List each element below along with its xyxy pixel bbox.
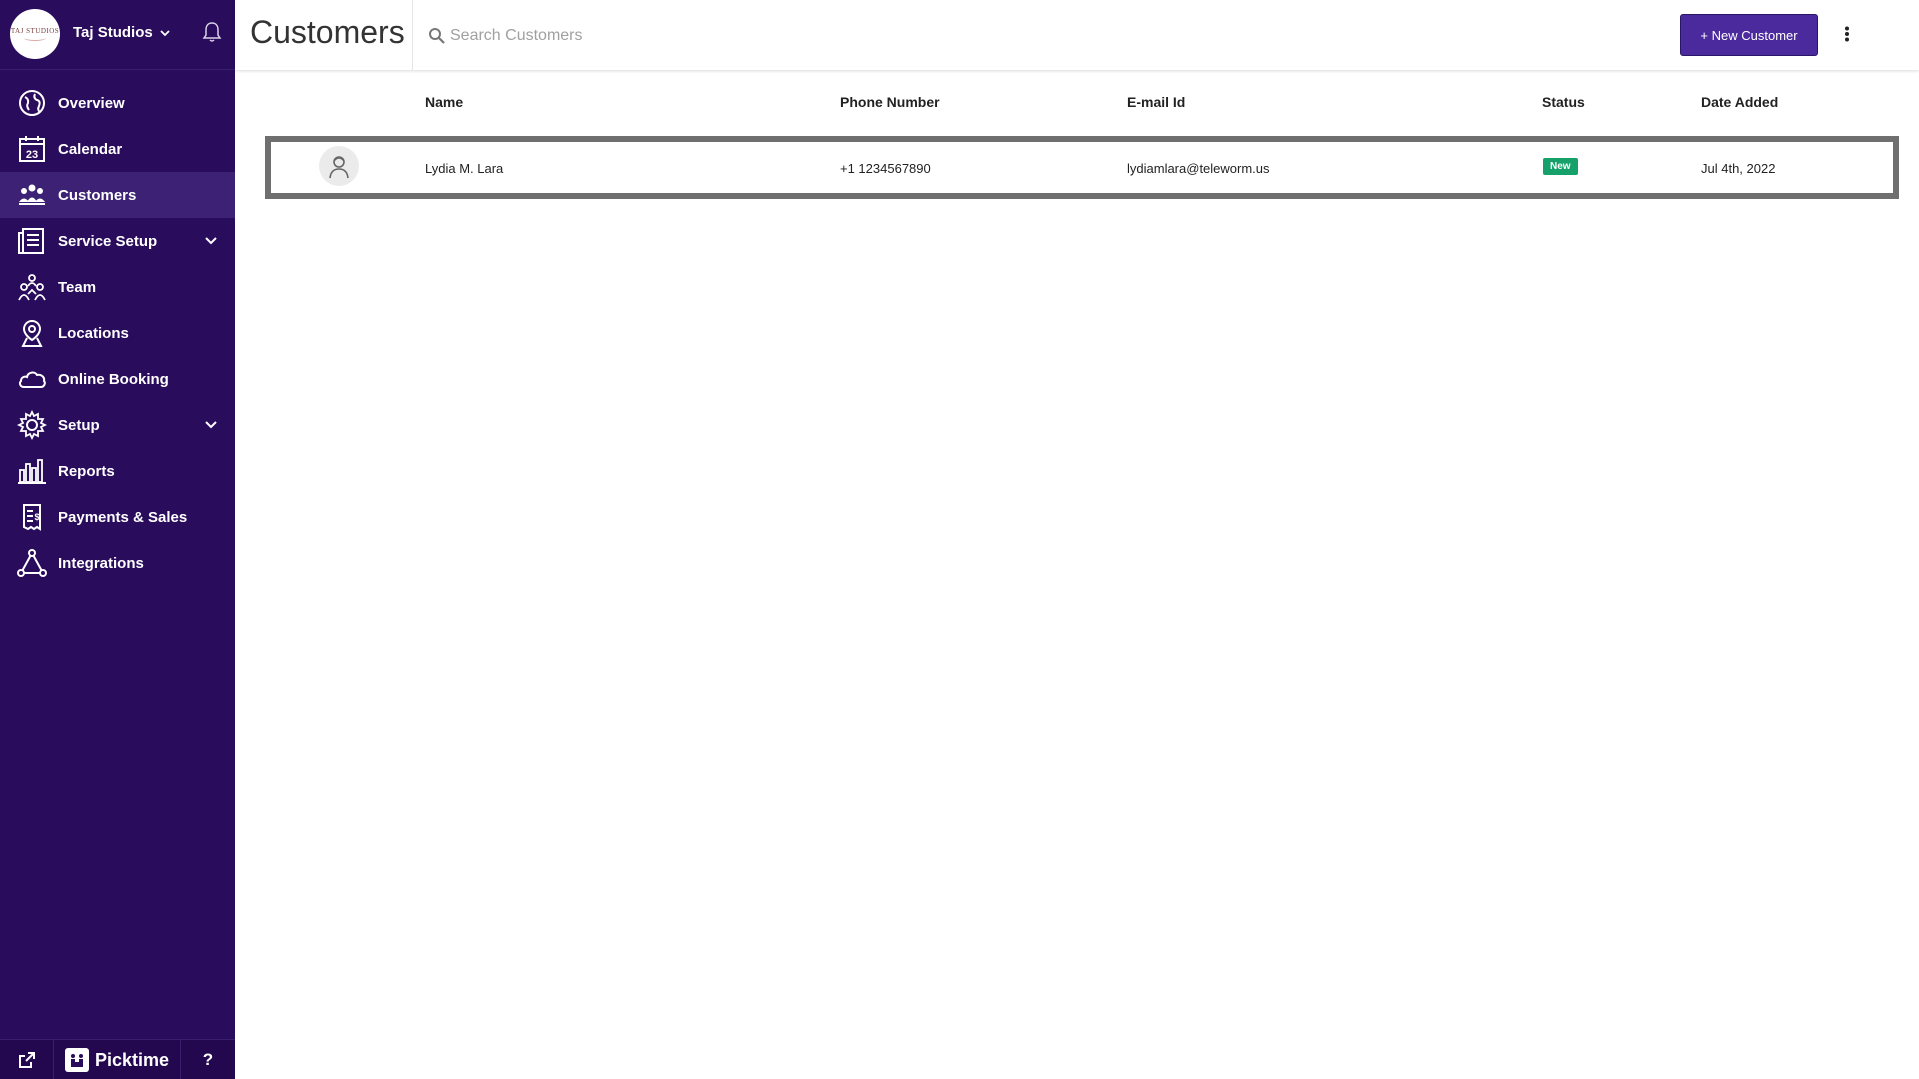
kebab-menu-icon: [1845, 26, 1849, 42]
sidebar-item-team[interactable]: Team: [0, 264, 235, 310]
status-badge: New: [1543, 158, 1578, 175]
sidebar-item-reports[interactable]: Reports: [0, 448, 235, 494]
sidebar-item-payments-sales[interactable]: $ Payments & Sales: [0, 494, 235, 540]
more-options-button[interactable]: [1835, 20, 1859, 48]
column-header-phone[interactable]: Phone Number: [840, 94, 940, 110]
sidebar-item-customers[interactable]: Customers: [0, 172, 235, 218]
sidebar-item-setup[interactable]: Setup: [0, 402, 235, 448]
sidebar-item-label: Integrations: [58, 554, 144, 572]
sidebar-item-service-setup[interactable]: Service Setup: [0, 218, 235, 264]
header-divider: [412, 0, 413, 70]
column-header-date-added[interactable]: Date Added: [1701, 94, 1778, 110]
team-icon: [16, 271, 48, 303]
sidebar-item-label: Payments & Sales: [58, 508, 188, 526]
sidebar-item-label: Locations: [58, 324, 129, 342]
sidebar-item-locations[interactable]: Locations: [0, 310, 235, 356]
help-button[interactable]: ?: [181, 1040, 235, 1079]
sidebar-item-online-booking[interactable]: Online Booking: [0, 356, 235, 402]
customers-icon: [16, 179, 48, 211]
brand-logo-flourish: [24, 35, 46, 41]
search-icon: [429, 28, 445, 44]
search-input[interactable]: [450, 27, 800, 45]
brand-logo[interactable]: TAJ STUDIOS: [10, 9, 60, 59]
sidebar-item-overview[interactable]: Overview: [0, 80, 235, 126]
picktime-logo-mark-icon: [64, 1048, 89, 1072]
brand-header: TAJ STUDIOS Taj Studios: [0, 0, 235, 70]
user-avatar-icon: [329, 156, 349, 179]
sidebar-item-label: Customers: [58, 186, 137, 204]
sidebar-nav: Overview 23 Calendar Customers Service S…: [0, 80, 235, 586]
page-title: Customers: [250, 14, 405, 50]
column-header-name[interactable]: Name: [425, 94, 463, 110]
brand-switcher[interactable]: Taj Studios: [73, 24, 171, 41]
calendar-icon-number: 23: [26, 149, 38, 161]
location-pin-icon: [16, 317, 48, 349]
chevron-down-icon[interactable]: [203, 417, 219, 433]
external-link-icon: [18, 1052, 35, 1068]
sidebar: TAJ STUDIOS Taj Studios Overview 23 Cale…: [0, 0, 235, 1079]
search-bar: [428, 22, 828, 50]
picktime-logo-text: Picktime: [94, 1049, 170, 1070]
table-header: Name Phone Number E-mail Id Status Date …: [235, 88, 1919, 118]
sidebar-item-label: Team: [58, 278, 97, 296]
sidebar-item-label: Setup: [58, 416, 100, 434]
sidebar-item-label: Reports: [58, 462, 115, 480]
receipt-icon: $: [16, 501, 48, 533]
brand-name: Taj Studios: [73, 24, 153, 41]
customer-phone: +1 1234567890: [840, 161, 931, 176]
service-list-icon: [16, 225, 48, 257]
sidebar-item-label: Service Setup: [58, 232, 158, 250]
sidebar-footer: Picktime ?: [0, 1039, 235, 1079]
table-row[interactable]: Lydia M. Lara +1 1234567890 lydiamlara@t…: [265, 136, 1899, 199]
top-header: Customers + New Customer: [235, 0, 1919, 70]
column-header-status[interactable]: Status: [1542, 94, 1585, 110]
bar-chart-icon: [16, 455, 48, 487]
gear-icon: [16, 409, 48, 441]
app: TAJ STUDIOS Taj Studios Overview 23 Cale…: [0, 0, 1919, 1079]
bell-icon[interactable]: [200, 20, 224, 44]
cloud-icon: [16, 363, 48, 395]
column-header-email[interactable]: E-mail Id: [1127, 94, 1185, 110]
sidebar-item-calendar[interactable]: 23 Calendar: [0, 126, 235, 172]
svg-text:$: $: [34, 512, 39, 522]
chevron-down-icon: [160, 29, 170, 36]
sidebar-item-label: Calendar: [58, 140, 123, 158]
integrations-icon: [16, 547, 48, 579]
sidebar-item-integrations[interactable]: Integrations: [0, 540, 235, 586]
sidebar-item-label: Online Booking: [58, 370, 169, 388]
avatar: [319, 146, 359, 186]
external-link-button[interactable]: [0, 1040, 54, 1079]
customer-date-added: Jul 4th, 2022: [1701, 161, 1776, 176]
brand-logo-text: TAJ STUDIOS: [10, 27, 60, 35]
customer-name: Lydia M. Lara: [425, 161, 504, 176]
globe-icon: [16, 87, 48, 119]
picktime-logo[interactable]: Picktime: [54, 1040, 181, 1079]
sidebar-item-label: Overview: [58, 94, 125, 112]
customer-email: lydiamlara@teleworm.us: [1127, 161, 1270, 176]
calendar-icon: 23: [16, 133, 48, 165]
new-customer-button[interactable]: + New Customer: [1680, 14, 1818, 56]
chevron-down-icon[interactable]: [203, 233, 219, 249]
